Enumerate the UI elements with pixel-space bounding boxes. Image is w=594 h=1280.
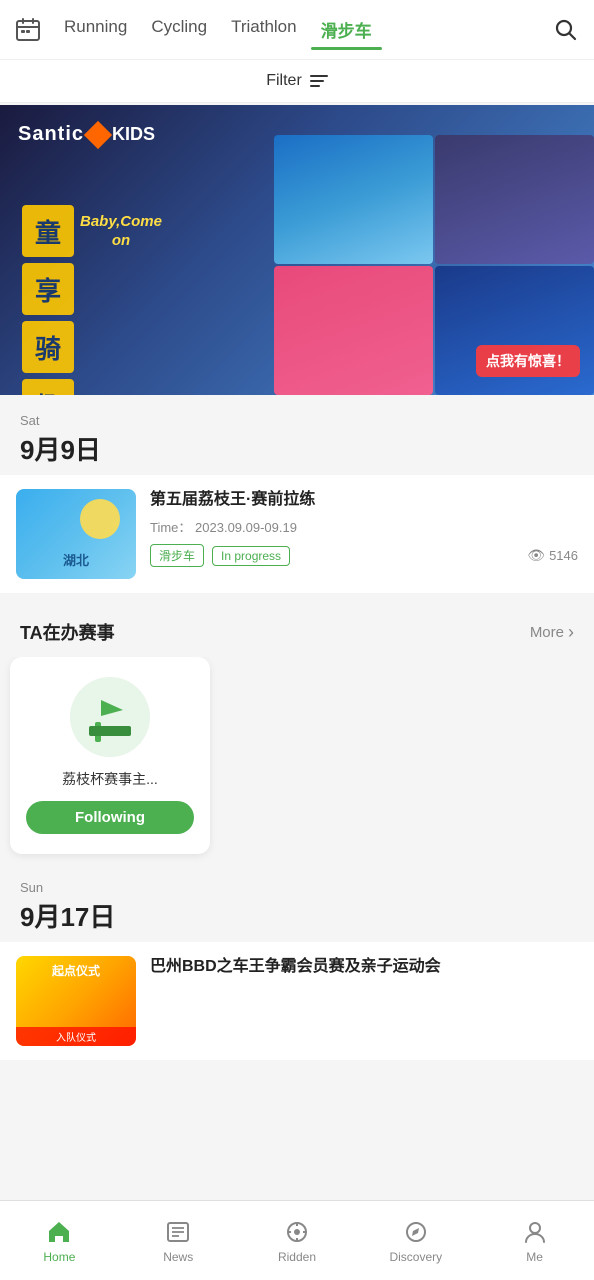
event-views: 👁 5146 — [527, 547, 578, 564]
event-title-1: 第五届荔枝王·赛前拉练 — [150, 489, 578, 511]
search-icon[interactable] — [548, 12, 584, 48]
organizer-icon — [70, 677, 150, 757]
chevron-right-icon — [568, 622, 574, 643]
ta-more-button[interactable]: More — [530, 622, 574, 643]
tag-status: In progress — [212, 546, 290, 566]
event-card-1[interactable]: 湖北 第五届荔枝王·赛前拉练 Time： 2023.09.09-09.19 滑步… — [0, 475, 594, 593]
calendar-icon[interactable] — [10, 12, 46, 48]
organizer-scroll: 荔枝杯赛事主... Following — [0, 657, 594, 870]
tab-running[interactable]: Running — [54, 11, 137, 48]
date-day-1: Sat — [20, 413, 574, 428]
following-button[interactable]: Following — [26, 801, 194, 834]
tab-triathlon[interactable]: Triathlon — [221, 11, 307, 48]
news-icon — [164, 1218, 192, 1246]
filter-icon — [310, 75, 328, 87]
top-navigation: Running Cycling Triathlon 滑步车 — [0, 0, 594, 60]
filter-label: Filter — [266, 72, 302, 90]
brand-name: Santic — [18, 123, 84, 146]
nav-item-me[interactable]: Me — [475, 1218, 594, 1264]
nav-label-news: News — [163, 1250, 193, 1264]
nav-item-news[interactable]: News — [119, 1218, 238, 1264]
banner-char-2: 享 — [22, 263, 74, 315]
event-title-2: 巴州BBD之车王争霸会员赛及亲子运动会 — [150, 956, 578, 978]
ridden-icon — [283, 1218, 311, 1246]
thumb-2-badge: 入队仪式 — [16, 1027, 136, 1046]
tab-cycling[interactable]: Cycling — [141, 11, 217, 48]
me-icon — [521, 1218, 549, 1246]
organizer-avatar — [70, 677, 150, 757]
eye-icon: 👁 — [527, 547, 545, 564]
home-icon — [45, 1218, 73, 1246]
event-thumbnail-1: 湖北 — [16, 489, 136, 579]
tag-category: 滑步车 — [150, 544, 204, 567]
nav-label-me: Me — [526, 1250, 543, 1264]
thumb-2-text: 起点仪式 — [20, 964, 132, 980]
more-label: More — [530, 624, 564, 641]
tagline-2: on — [112, 232, 130, 249]
discovery-icon — [402, 1218, 430, 1246]
banner-text-group: 童 享 骑 趣 — [22, 205, 74, 395]
nav-label-ridden: Ridden — [278, 1250, 316, 1264]
tagline-1: Baby,Come — [80, 213, 162, 230]
event-card-2[interactable]: 起点仪式 入队仪式 巴州BBD之车王争霸会员赛及亲子运动会 — [0, 942, 594, 1060]
tab-skating[interactable]: 滑步车 — [311, 11, 382, 48]
event-info-1: 第五届荔枝王·赛前拉练 Time： 2023.09.09-09.19 滑步车 I… — [150, 489, 578, 567]
nav-label-discovery: Discovery — [389, 1250, 442, 1264]
time-label: Time： — [150, 520, 191, 535]
date-header-1: Sat 9月9日 — [0, 395, 594, 475]
time-value: 2023.09.09-09.19 — [195, 520, 297, 535]
nav-item-home[interactable]: Home — [0, 1218, 119, 1264]
banner-tagline: Baby,Come on — [80, 213, 162, 249]
kids-label: KIDS — [112, 124, 155, 145]
nav-tabs: Running Cycling Triathlon 滑步车 — [54, 11, 548, 48]
filter-button[interactable]: Filter — [266, 72, 328, 90]
event-thumbnail-2: 起点仪式 入队仪式 — [16, 956, 136, 1046]
nav-item-ridden[interactable]: Ridden — [238, 1218, 357, 1264]
banner[interactable]: Santic KIDS 童 享 骑 趣 Baby,Come on 点我有惊喜！ — [0, 105, 594, 395]
ta-section-header: TA在办赛事 More — [0, 603, 594, 657]
banner-char-1: 童 — [22, 205, 74, 257]
banner-char-3: 骑 — [22, 321, 74, 373]
date-full-2: 9月17日 — [20, 897, 574, 934]
date-full-1: 9月9日 — [20, 430, 574, 467]
main-content: Sat 9月9日 湖北 第五届荔枝王·赛前拉练 Time： 2023.09.09… — [0, 395, 594, 1140]
ta-section-title: TA在办赛事 — [20, 619, 115, 645]
thumb-text: 湖北 — [16, 550, 136, 569]
date-day-2: Sun — [20, 880, 574, 895]
views-count: 5146 — [549, 548, 578, 563]
organizer-card-1[interactable]: 荔枝杯赛事主... Following — [10, 657, 210, 854]
event-time-1: Time： 2023.09.09-09.19 — [150, 517, 578, 536]
date-header-2: Sun 9月17日 — [0, 870, 594, 942]
organizer-name: 荔枝杯赛事主... — [62, 769, 158, 789]
diamond-icon — [84, 120, 112, 148]
banner-logo: Santic KIDS — [18, 123, 155, 146]
nav-item-discovery[interactable]: Discovery — [356, 1218, 475, 1264]
filter-bar[interactable]: Filter — [0, 60, 594, 103]
thumb-sun — [80, 499, 120, 539]
bottom-navigation: Home News Ridden — [0, 1200, 594, 1280]
event-tags-1: 滑步车 In progress 👁 5146 — [150, 544, 578, 567]
banner-char-4: 趣 — [22, 379, 74, 395]
nav-label-home: Home — [43, 1250, 75, 1264]
event-info-2: 巴州BBD之车王争霸会员赛及亲子运动会 — [150, 956, 578, 984]
banner-surprise-button[interactable]: 点我有惊喜！ — [476, 345, 580, 377]
